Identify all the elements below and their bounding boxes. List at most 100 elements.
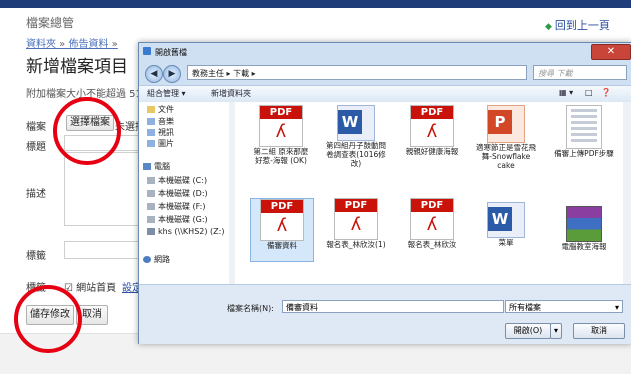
nav-item-documents[interactable]: 文件 xyxy=(147,104,174,115)
nav-label: 本機磁碟 (C:) xyxy=(158,176,208,185)
drive-icon xyxy=(147,216,155,223)
dialog-cancel-button[interactable]: 取消 xyxy=(573,323,625,339)
nav-item-pictures[interactable]: 圖片 xyxy=(147,138,174,149)
file-item[interactable]: PDF ʎ 報名表_林欣汝 xyxy=(401,198,463,249)
homepage-checkbox[interactable]: ☑ 網站首頁 xyxy=(64,279,116,294)
nav-item-drive-g[interactable]: 本機磁碟 (G:) xyxy=(147,214,208,225)
nav-label: 音樂 xyxy=(158,117,174,126)
music-folder-icon xyxy=(147,118,155,125)
file-name: 備審上傳PDF步驟 xyxy=(554,149,614,158)
pdf-icon: PDF ʎ xyxy=(410,198,454,240)
close-icon[interactable]: ✕ xyxy=(591,44,631,60)
file-label: 檔案 xyxy=(26,122,46,133)
nav-item-drive-d[interactable]: 本機磁碟 (D:) xyxy=(147,188,208,199)
file-list-scrollbar[interactable] xyxy=(623,102,631,284)
highlight-circle-choose-file xyxy=(53,97,121,165)
nav-label: 網路 xyxy=(154,255,170,264)
nav-item-drive-c[interactable]: 本機磁碟 (C:) xyxy=(147,175,207,186)
nav-label: 圖片 xyxy=(158,139,174,148)
pdf-icon: PDF ʎ xyxy=(334,198,378,240)
file-name: 第四組丹子鼓動問卷調查表(1016修改) xyxy=(326,141,386,168)
top-banner xyxy=(0,0,631,8)
file-list: PDF ʎ 第二組 原來那麼好惹-海報 (OK) W 第四組丹子鼓動問卷調查表(1… xyxy=(235,102,623,284)
search-input[interactable]: 搜尋 下載 xyxy=(533,65,627,80)
file-name: 菜單 xyxy=(498,238,514,247)
nav-label: 本機磁碟 (D:) xyxy=(158,189,208,198)
filetype-value: 所有檔案 xyxy=(509,303,541,312)
file-item-selected[interactable]: PDF ʎ 備審資料 xyxy=(250,198,314,262)
open-file-dialog: 開啟舊檔 ✕ ◀ ▶ 教務主任 ▸ 下載 ▸ 搜尋 下載 組合管理 ▾ 新增資料… xyxy=(138,42,631,344)
page-header: 檔案總管 xyxy=(26,16,75,30)
breadcrumb-item[interactable]: 資料夾 xyxy=(26,39,56,50)
forward-icon[interactable]: ▶ xyxy=(163,65,181,83)
file-item[interactable]: W 第四組丹子鼓動問卷調查表(1016修改) xyxy=(325,105,387,168)
word-document-icon: W xyxy=(487,202,525,238)
file-name: 電腦教室海報 xyxy=(561,242,607,251)
video-folder-icon xyxy=(147,129,155,136)
open-button[interactable]: 開啟(O) xyxy=(505,323,551,339)
back-arrow-icon: ◆ xyxy=(545,22,552,32)
nav-label: 本機磁碟 (G:) xyxy=(158,215,208,224)
word-document-icon: W xyxy=(337,105,375,141)
dialog-navbar: ◀ ▶ 教務主任 ▸ 下載 ▸ 搜尋 下載 xyxy=(139,61,631,85)
drive-icon xyxy=(147,177,155,184)
homepage-checkbox-label: 網站首頁 xyxy=(76,283,117,294)
organize-button[interactable]: 組合管理 ▾ xyxy=(147,88,186,99)
tags-label: 標籤 xyxy=(26,251,46,262)
address-path: 教務主任 ▸ 下載 ▸ xyxy=(192,69,256,78)
nav-label: 視訊 xyxy=(158,128,174,137)
preview-pane-icon[interactable]: □ xyxy=(585,88,593,97)
file-item[interactable]: 電腦教室海報 xyxy=(553,206,615,251)
address-bar[interactable]: 教務主任 ▸ 下載 ▸ xyxy=(187,65,527,80)
file-name: 報名表_林欣汝 xyxy=(407,240,457,249)
network-icon xyxy=(143,256,151,263)
file-item[interactable]: PDF ʎ 報名表_林欣汝(1) xyxy=(325,198,387,249)
pdf-icon: PDF ʎ xyxy=(410,105,454,147)
document-folder-icon xyxy=(147,106,155,113)
new-folder-button[interactable]: 新增資料夾 xyxy=(211,88,251,99)
nav-item-network[interactable]: 網路 xyxy=(143,254,170,265)
tags-input[interactable] xyxy=(64,241,140,259)
open-dropdown-icon[interactable]: ▾ xyxy=(550,323,562,339)
help-icon[interactable]: ❓ xyxy=(601,88,611,97)
page-title: 新增檔案項目 xyxy=(26,57,128,77)
drive-icon xyxy=(147,203,155,210)
filename-input[interactable]: 備審資料 xyxy=(282,300,504,313)
back-icon[interactable]: ◀ xyxy=(145,65,163,83)
file-name: 備審資料 xyxy=(267,241,297,250)
back-link[interactable]: ◆ 回到上一頁 xyxy=(545,17,610,33)
dialog-bottom-bar: 檔案名稱(N): 備審資料 所有檔案 ▾ 開啟(O) ▾ 取消 xyxy=(139,284,631,344)
file-item[interactable]: P 適寒節正是雪花飛舞-Snowflake cake xyxy=(475,105,537,170)
pdf-icon: PDF ʎ xyxy=(260,199,304,241)
nav-item-network-drive[interactable]: khs (\\KHS2) (Z:) xyxy=(147,227,224,236)
file-name: 親親好健康海報 xyxy=(405,147,459,156)
computer-icon xyxy=(143,163,151,170)
document-thumbnail-icon xyxy=(566,105,602,149)
highlight-circle-save xyxy=(14,285,82,353)
dialog-title: 開啟舊檔 xyxy=(155,48,187,57)
nav-item-video[interactable]: 視訊 xyxy=(147,127,174,138)
nav-label: 文件 xyxy=(158,105,174,114)
nav-label: 電腦 xyxy=(154,162,170,171)
dialog-toolbar: 組合管理 ▾ 新增資料夾 ▦ ▾ □ ❓ xyxy=(139,85,631,103)
nav-item-drive-f[interactable]: 本機磁碟 (F:) xyxy=(147,201,205,212)
drive-icon xyxy=(147,190,155,197)
description-label: 描述 xyxy=(26,189,46,200)
file-item[interactable]: 備審上傳PDF步驟 xyxy=(553,105,615,158)
nav-label: khs (\\KHS2) (Z:) xyxy=(158,227,225,236)
file-item[interactable]: W 菜單 xyxy=(475,202,537,247)
nav-item-computer[interactable]: 電腦 xyxy=(143,161,170,172)
file-item[interactable]: PDF ʎ 親親好健康海報 xyxy=(401,105,463,156)
filetype-select[interactable]: 所有檔案 ▾ xyxy=(505,300,623,313)
file-name: 報名表_林欣汝(1) xyxy=(326,240,386,249)
filename-label: 檔案名稱(N): xyxy=(227,304,274,313)
file-item[interactable]: PDF ʎ 第二組 原來那麼好惹-海報 (OK) xyxy=(250,105,312,165)
network-drive-icon xyxy=(147,228,155,235)
powerpoint-icon: P xyxy=(487,105,525,143)
breadcrumb-item[interactable]: 佈告資料 xyxy=(68,39,108,50)
nav-label: 本機磁碟 (F:) xyxy=(158,202,206,211)
nav-item-music[interactable]: 音樂 xyxy=(147,116,174,127)
file-name: 第二組 原來那麼好惹-海報 (OK) xyxy=(253,147,309,165)
chevron-down-icon: ▾ xyxy=(614,303,619,312)
view-options-icon[interactable]: ▦ ▾ xyxy=(559,88,573,97)
